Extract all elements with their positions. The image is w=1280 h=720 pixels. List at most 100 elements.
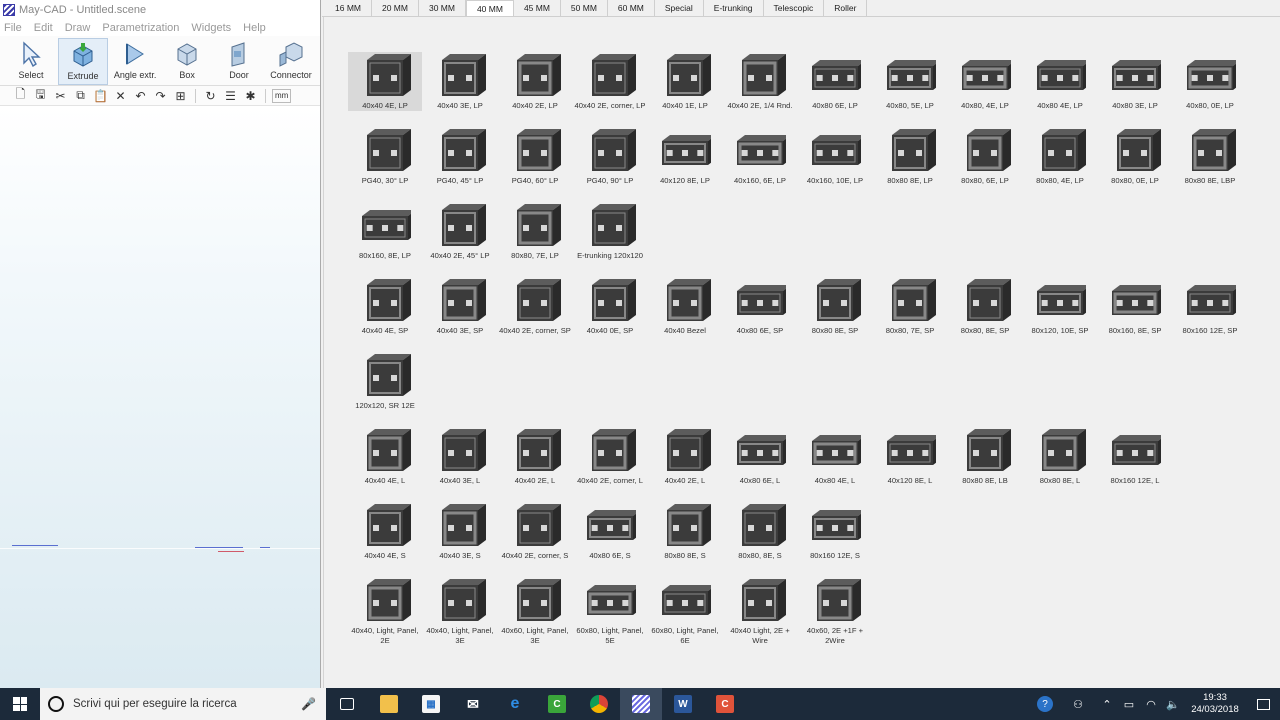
profile-item[interactable]: 40x40 2E, L: [498, 427, 572, 486]
tab-40-mm[interactable]: 40 MM: [465, 0, 514, 17]
profile-item[interactable]: 40x40 3E, LP: [423, 52, 497, 111]
profile-item[interactable]: 40x40 2E, LP: [498, 52, 572, 111]
recorder-icon[interactable]: C: [704, 688, 746, 720]
profile-item[interactable]: 80x80 8E, S: [648, 502, 722, 561]
maycad-icon[interactable]: [620, 688, 662, 720]
profile-item[interactable]: 80x80 8E, LBP: [1173, 127, 1247, 186]
menu-help[interactable]: Help: [243, 22, 266, 34]
profile-item[interactable]: 40x40 4E, S: [348, 502, 422, 561]
menu-widgets[interactable]: Widgets: [191, 22, 231, 34]
profile-item[interactable]: 40x80 3E, LP: [1098, 52, 1172, 111]
profile-item[interactable]: 80x80 8E, SP: [798, 277, 872, 336]
profile-item[interactable]: 80x80, 7E, SP: [873, 277, 947, 336]
menu-draw[interactable]: Draw: [65, 22, 91, 34]
start-button[interactable]: [0, 688, 40, 720]
profile-item[interactable]: 40x40 2E, corner, S: [498, 502, 572, 561]
profile-item[interactable]: 40x40 2E, corner, LP: [573, 52, 647, 111]
profile-item[interactable]: 40x160, 10E, LP: [798, 127, 872, 186]
profile-item[interactable]: 40x80, 4E, LP: [948, 52, 1022, 111]
select-button[interactable]: Select: [6, 38, 56, 85]
profile-item[interactable]: 80x80 8E, LP: [873, 127, 947, 186]
menu-edit[interactable]: Edit: [34, 22, 53, 34]
task-view-icon[interactable]: [326, 688, 368, 720]
profile-item[interactable]: 40x40 4E, LP: [348, 52, 422, 111]
profile-item[interactable]: 40x80 6E, L: [723, 427, 797, 486]
profile-item[interactable]: 80x160, 8E, SP: [1098, 277, 1172, 336]
microphone-icon[interactable]: 🎤: [301, 697, 316, 711]
profile-item[interactable]: 80x160 12E, SP: [1173, 277, 1247, 336]
settings-icon[interactable]: ✱: [242, 87, 259, 104]
profile-item[interactable]: 80x80, 4E, LP: [1023, 127, 1097, 186]
profile-item[interactable]: 40x80, 0E, LP: [1173, 52, 1247, 111]
help-icon[interactable]: ?: [1030, 688, 1060, 720]
profile-item[interactable]: 40x40 4E, SP: [348, 277, 422, 336]
profile-item[interactable]: 40x40 0E, SP: [573, 277, 647, 336]
tab-roller[interactable]: Roller: [824, 0, 868, 16]
profile-item[interactable]: 40x40, Light, Panel, 2E: [348, 577, 422, 646]
profile-item[interactable]: 40x40 Bezel: [648, 277, 722, 336]
profile-item[interactable]: 40x40 2E, 1/4 Rnd.: [723, 52, 797, 111]
profile-item[interactable]: 40x40 2E, L: [648, 427, 722, 486]
profile-item[interactable]: 40x40 2E, corner, L: [573, 427, 647, 486]
profile-item[interactable]: 40x40 Light, 2E + Wire: [723, 577, 797, 646]
profile-item[interactable]: 40x40 4E, L: [348, 427, 422, 486]
cut-icon[interactable]: ✂: [52, 87, 69, 104]
profile-item[interactable]: 40x80 4E, L: [798, 427, 872, 486]
tab-special[interactable]: Special: [654, 0, 704, 16]
box-button[interactable]: Box: [162, 38, 212, 85]
clock[interactable]: 19:33 24/03/2018: [1184, 692, 1246, 716]
rotate-icon[interactable]: ↻: [202, 87, 219, 104]
network-icon[interactable]: ◠: [1140, 688, 1162, 720]
menu-file[interactable]: File: [4, 22, 22, 34]
tab-20-mm[interactable]: 20 MM: [371, 0, 419, 16]
profile-item[interactable]: PG40, 60° LP: [498, 127, 572, 186]
search-box[interactable]: Scrivi qui per eseguire la ricerca 🎤: [40, 688, 326, 720]
profile-item[interactable]: 40x40 3E, SP: [423, 277, 497, 336]
profile-item[interactable]: 40x40, Light, Panel, 3E: [423, 577, 497, 646]
chevron-up-icon[interactable]: ⌃: [1096, 688, 1118, 720]
angle-extrude-button[interactable]: Angle extr.: [110, 38, 160, 85]
profile-item[interactable]: 80x160 12E, S: [798, 502, 872, 561]
profile-item[interactable]: 40x40 2E, 45° LP: [423, 202, 497, 261]
store-icon[interactable]: ▦: [410, 688, 452, 720]
redo-icon[interactable]: ↷: [152, 87, 169, 104]
battery-icon[interactable]: ▭: [1118, 688, 1140, 720]
profile-item[interactable]: 40x80 6E, S: [573, 502, 647, 561]
new-file-icon[interactable]: 🗋: [12, 87, 29, 104]
profile-item[interactable]: 80x80 8E, LB: [948, 427, 1022, 486]
profile-item[interactable]: PG40, 90° LP: [573, 127, 647, 186]
tab-60-mm[interactable]: 60 MM: [607, 0, 655, 16]
profile-item[interactable]: 40x40 3E, S: [423, 502, 497, 561]
file-explorer-icon[interactable]: [368, 688, 410, 720]
profile-item[interactable]: 40x40 3E, L: [423, 427, 497, 486]
profile-item[interactable]: 40x120 8E, L: [873, 427, 947, 486]
3d-viewport[interactable]: [0, 107, 320, 688]
profile-item[interactable]: 80x120, 10E, SP: [1023, 277, 1097, 336]
undo-icon[interactable]: ↶: [132, 87, 149, 104]
tab-telescopic[interactable]: Telescopic: [763, 0, 825, 16]
profile-item[interactable]: 40x80 4E, LP: [1023, 52, 1097, 111]
profile-item[interactable]: 80x160, 8E, LP: [348, 202, 422, 261]
profile-item[interactable]: 80x80, 6E, LP: [948, 127, 1022, 186]
panel-splitter[interactable]: [323, 17, 324, 688]
mail-icon[interactable]: ✉: [452, 688, 494, 720]
profile-item[interactable]: 120x120, SR 12E: [348, 352, 422, 411]
tab-50-mm[interactable]: 50 MM: [560, 0, 608, 16]
menu-parametrization[interactable]: Parametrization: [102, 22, 179, 34]
profile-item[interactable]: 60x80, Light, Panel, 6E: [648, 577, 722, 646]
people-icon[interactable]: ⚇: [1060, 688, 1096, 720]
profile-item[interactable]: PG40, 30° LP: [348, 127, 422, 186]
profile-item[interactable]: 80x80 8E, L: [1023, 427, 1097, 486]
chrome-icon[interactable]: [578, 688, 620, 720]
profile-item[interactable]: 40x80 6E, SP: [723, 277, 797, 336]
camtasia-icon[interactable]: C: [536, 688, 578, 720]
edge-icon[interactable]: e: [494, 688, 536, 720]
connector-button[interactable]: Connector: [266, 38, 316, 85]
profile-item[interactable]: 80x80, 8E, S: [723, 502, 797, 561]
profile-item[interactable]: 80x160 12E, L: [1098, 427, 1172, 486]
copy-icon[interactable]: ⧉: [72, 87, 89, 104]
notifications-icon[interactable]: [1246, 688, 1280, 720]
extrude-button[interactable]: Extrude: [57, 38, 109, 85]
unit-selector[interactable]: mm: [272, 88, 292, 103]
tab-e-trunking[interactable]: E-trunking: [703, 0, 764, 16]
